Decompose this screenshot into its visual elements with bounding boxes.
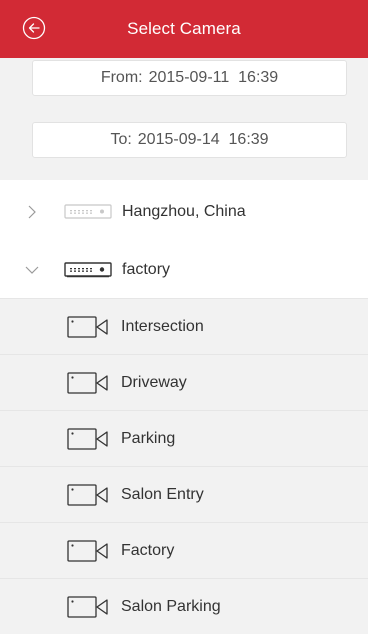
device-label: factory	[122, 261, 171, 278]
camera-row[interactable]: Factory	[0, 522, 368, 578]
camera-label: Intersection	[121, 317, 204, 335]
camera-icon	[67, 539, 108, 562]
camera-row[interactable]: Intersection	[0, 298, 368, 354]
dvr-device-icon	[64, 204, 112, 219]
camera-row[interactable]: Salon Entry	[0, 466, 368, 522]
to-date-label: To:	[110, 131, 132, 148]
camera-icon	[67, 427, 108, 450]
camera-label: Driveway	[121, 373, 187, 391]
camera-icon	[67, 371, 108, 394]
device-row-hangzhou[interactable]: Hangzhou, China	[0, 184, 368, 240]
camera-row[interactable]: Parking	[0, 410, 368, 466]
from-date-field[interactable]: From: 2015-09-11 16:39	[32, 60, 347, 96]
camera-icon	[67, 595, 108, 618]
app-header: Select Camera	[0, 0, 368, 58]
camera-row[interactable]: Driveway	[0, 354, 368, 410]
from-date-label: From:	[100, 69, 143, 86]
dvr-device-icon	[64, 262, 112, 278]
date-range-panel: From: 2015-09-11 16:39 To: 2015-09-14 16…	[0, 58, 368, 180]
from-date-value: 2015-09-11 16:39	[148, 69, 279, 86]
device-row-factory[interactable]: factory	[0, 242, 368, 298]
camera-row[interactable]: Salon Parking	[0, 578, 368, 634]
camera-icon	[67, 315, 108, 338]
to-date-value: 2015-09-14 16:39	[137, 131, 269, 148]
chevron-right-icon[interactable]	[24, 204, 40, 220]
chevron-down-icon[interactable]	[24, 262, 40, 278]
camera-label: Salon Entry	[121, 485, 204, 503]
camera-label: Factory	[121, 541, 175, 559]
to-date-field[interactable]: To: 2015-09-14 16:39	[32, 122, 347, 158]
camera-label: Salon Parking	[121, 597, 221, 615]
camera-icon	[67, 483, 108, 506]
camera-label: Parking	[121, 429, 176, 447]
page-title: Select Camera	[127, 19, 241, 38]
device-label: Hangzhou, China	[122, 203, 246, 220]
camera-tree: Hangzhou, China factory Intersection Dri…	[0, 180, 368, 634]
back-arrow-icon[interactable]	[22, 16, 46, 40]
